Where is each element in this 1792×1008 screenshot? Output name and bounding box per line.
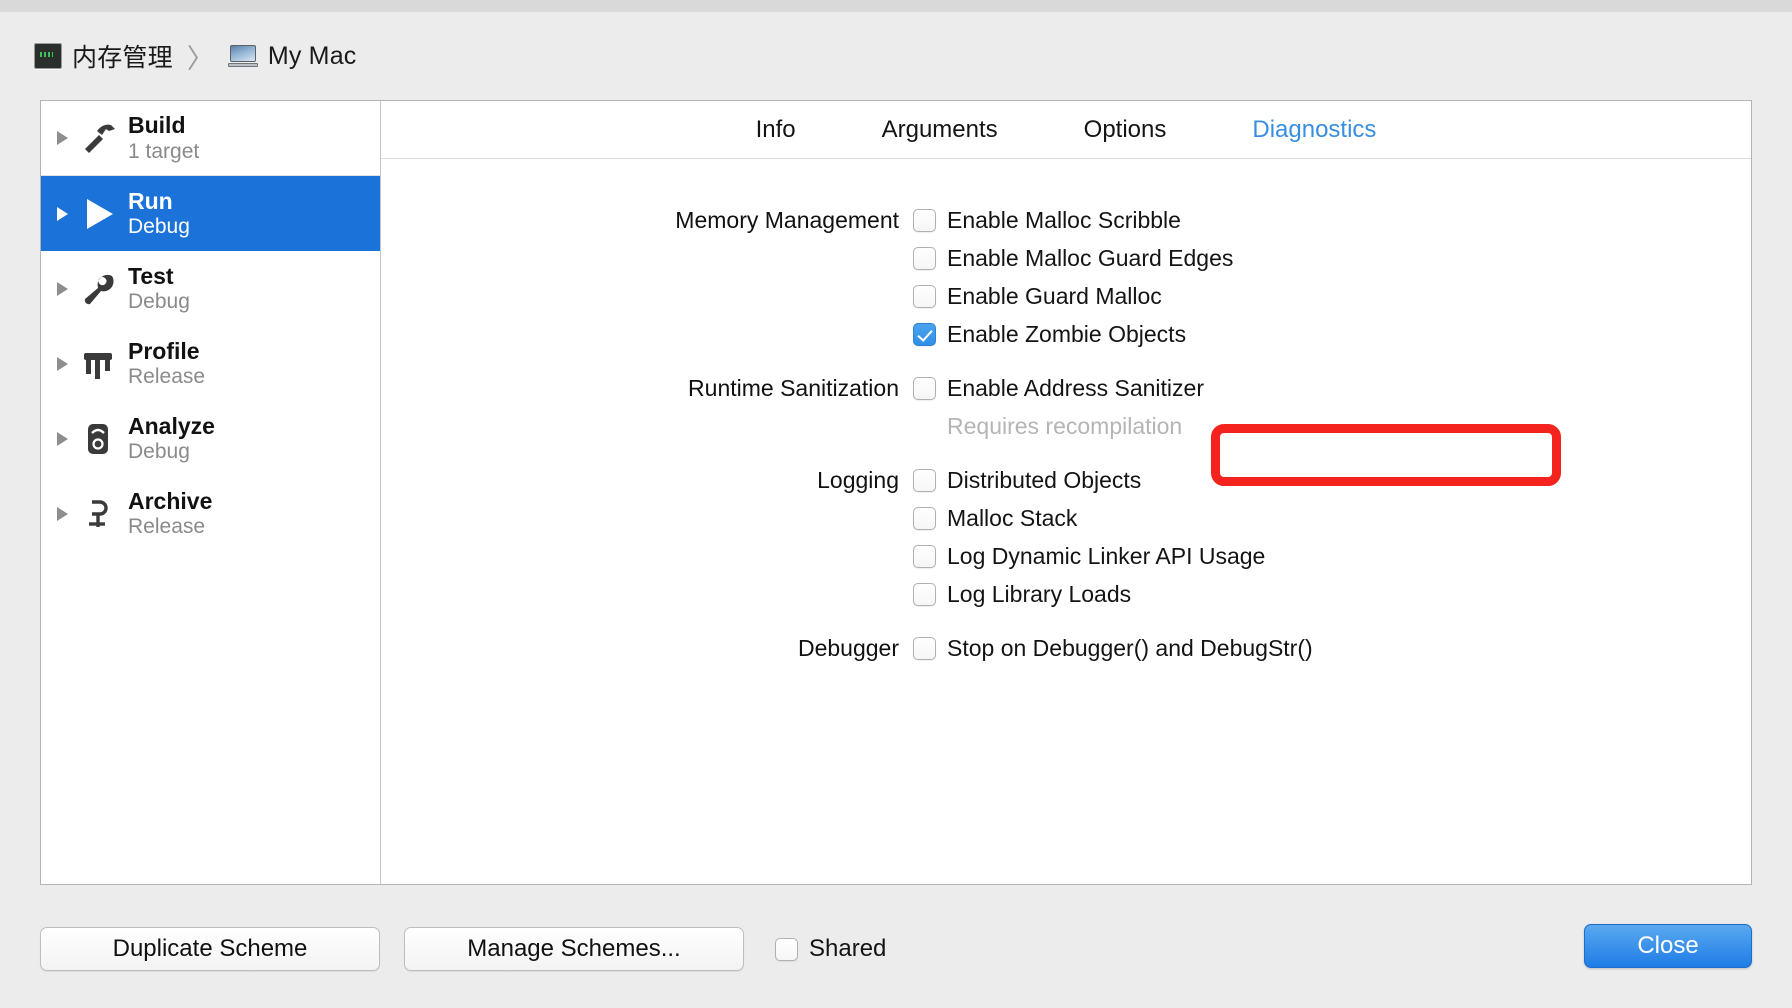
scheme-action-list: Build 1 target Run Debug Test Debug Prof…: [41, 101, 381, 884]
hammer-icon: [78, 115, 118, 161]
sidebar-item-label: Run: [128, 187, 173, 214]
group-label: Runtime Sanitization: [688, 375, 899, 401]
play-icon: [78, 191, 118, 237]
dialog-bottom-bar: Duplicate Scheme Manage Schemes... Share…: [0, 910, 1792, 1008]
clamp-icon: [78, 491, 118, 537]
sidebar-item-label: Build: [128, 112, 186, 139]
checkbox-enable-malloc-scribble[interactable]: Enable Malloc Scribble: [913, 201, 1233, 239]
sidebar-item-label: Profile: [128, 337, 200, 364]
checkbox-label: Malloc Stack: [947, 504, 1078, 531]
sidebar-item-sublabel: 1 target: [128, 139, 200, 163]
manage-schemes-button[interactable]: Manage Schemes...: [404, 927, 744, 971]
sidebar-item-run[interactable]: Run Debug: [41, 176, 380, 251]
shared-label: Shared: [809, 935, 887, 962]
group-runtime-sanitization: Runtime Sanitization Enable Address Sani…: [381, 369, 1751, 445]
checkbox-enable-guard-malloc[interactable]: Enable Guard Malloc: [913, 277, 1233, 315]
checkbox-malloc-stack[interactable]: Malloc Stack: [913, 499, 1265, 537]
checkbox-label: Log Library Loads: [947, 580, 1132, 607]
breadcrumb-scheme-name[interactable]: 内存管理: [72, 38, 173, 74]
disclosure-triangle-icon[interactable]: [57, 206, 68, 221]
checkbox-label: Enable Guard Malloc: [947, 282, 1162, 309]
diagnostics-form: Memory Management Enable Malloc Scribble…: [381, 159, 1751, 667]
tab-diagnostics[interactable]: Diagnostics: [1209, 116, 1419, 144]
sidebar-item-build[interactable]: Build 1 target: [41, 101, 380, 176]
sidebar-item-label: Test: [128, 262, 174, 289]
sidebar-item-sublabel: Release: [128, 515, 206, 539]
checkbox-label: Distributed Objects: [947, 466, 1142, 493]
group-debugger: Debugger Stop on Debugger() and DebugStr…: [381, 629, 1751, 667]
shared-checkbox[interactable]: Shared: [775, 927, 886, 971]
checkbox-label: Enable Malloc Scribble: [947, 206, 1181, 233]
checkbox-distributed-objects[interactable]: Distributed Objects: [913, 461, 1265, 499]
scheme-detail-pane: Info Arguments Options Diagnostics Memor…: [381, 101, 1751, 884]
checkbox-label: Enable Malloc Guard Edges: [947, 244, 1234, 271]
stethoscope-icon: [78, 416, 118, 462]
disclosure-triangle-icon[interactable]: [57, 281, 68, 296]
disclosure-triangle-icon[interactable]: [57, 356, 68, 371]
checkbox-box[interactable]: [913, 636, 936, 660]
tab-options[interactable]: Options: [1041, 116, 1210, 144]
disclosure-triangle-icon[interactable]: [57, 506, 68, 521]
checkbox-box[interactable]: [913, 582, 936, 606]
chevron-right-icon: 〉: [186, 43, 214, 74]
sidebar-item-analyze[interactable]: Analyze Debug: [41, 401, 380, 476]
sidebar-item-profile[interactable]: Profile Release: [41, 326, 380, 401]
checkbox-log-library-loads[interactable]: Log Library Loads: [913, 575, 1265, 613]
macbook-icon: [227, 45, 258, 67]
sidebar-item-sublabel: Release: [128, 365, 206, 389]
checkbox-enable-address-sanitizer[interactable]: Enable Address Sanitizer: [913, 369, 1204, 407]
checkbox-box[interactable]: [913, 544, 936, 568]
checkbox-log-dynamic-linker-api-usage[interactable]: Log Dynamic Linker API Usage: [913, 537, 1265, 575]
checkbox-label: Enable Address Sanitizer: [947, 374, 1204, 401]
sanitizer-note: Requires recompilation: [947, 413, 1183, 439]
wrench-icon: [78, 266, 118, 312]
checkbox-box[interactable]: [913, 246, 936, 270]
disclosure-triangle-icon[interactable]: [57, 131, 68, 145]
close-button[interactable]: Close: [1584, 924, 1752, 968]
group-logging: Logging Distributed Objects Malloc Stack…: [381, 461, 1751, 613]
sidebar-item-sublabel: Debug: [128, 440, 190, 464]
checkbox-box[interactable]: [913, 376, 936, 400]
group-label: Debugger: [797, 635, 899, 661]
duplicate-scheme-button[interactable]: Duplicate Scheme: [40, 927, 380, 971]
checkbox-box[interactable]: [913, 208, 936, 232]
group-memory-management: Memory Management Enable Malloc Scribble…: [381, 201, 1751, 353]
tab-arguments[interactable]: Arguments: [839, 116, 1041, 144]
disclosure-triangle-icon[interactable]: [57, 431, 68, 446]
group-label: Logging: [817, 467, 899, 493]
sidebar-item-archive[interactable]: Archive Release: [41, 476, 380, 551]
tab-info[interactable]: Info: [713, 116, 839, 144]
gauge-icon: [78, 341, 118, 387]
tab-bar: Info Arguments Options Diagnostics: [381, 101, 1751, 159]
sidebar-item-sublabel: Debug: [128, 215, 190, 239]
sidebar-item-label: Analyze: [128, 412, 215, 439]
sidebar-item-test[interactable]: Test Debug: [41, 251, 380, 326]
checkbox-enable-zombie-objects[interactable]: Enable Zombie Objects: [913, 315, 1233, 353]
scheme-icon: [34, 43, 62, 69]
checkbox-enable-malloc-guard-edges[interactable]: Enable Malloc Guard Edges: [913, 239, 1233, 277]
breadcrumb-destination-name[interactable]: My Mac: [268, 42, 357, 71]
checkbox-label: Enable Zombie Objects: [947, 320, 1187, 347]
checkbox-label: Stop on Debugger() and DebugStr(): [947, 634, 1313, 661]
sidebar-item-label: Archive: [128, 487, 213, 514]
checkbox-box[interactable]: [913, 322, 936, 346]
checkbox-box[interactable]: [913, 284, 936, 308]
checkbox-stop-on-debugger[interactable]: Stop on Debugger() and DebugStr(): [913, 629, 1313, 667]
window-titlebar-strip: [0, 0, 1792, 12]
checkbox-box[interactable]: [913, 506, 936, 530]
sidebar-item-sublabel: Debug: [128, 290, 190, 314]
checkbox-box[interactable]: [775, 937, 798, 961]
group-label: Memory Management: [675, 207, 899, 233]
checkbox-box[interactable]: [913, 468, 936, 492]
checkbox-label: Log Dynamic Linker API Usage: [947, 542, 1266, 569]
scheme-editor-panel: Build 1 target Run Debug Test Debug Prof…: [40, 100, 1752, 885]
breadcrumb: 内存管理 〉 My Mac: [34, 38, 357, 74]
